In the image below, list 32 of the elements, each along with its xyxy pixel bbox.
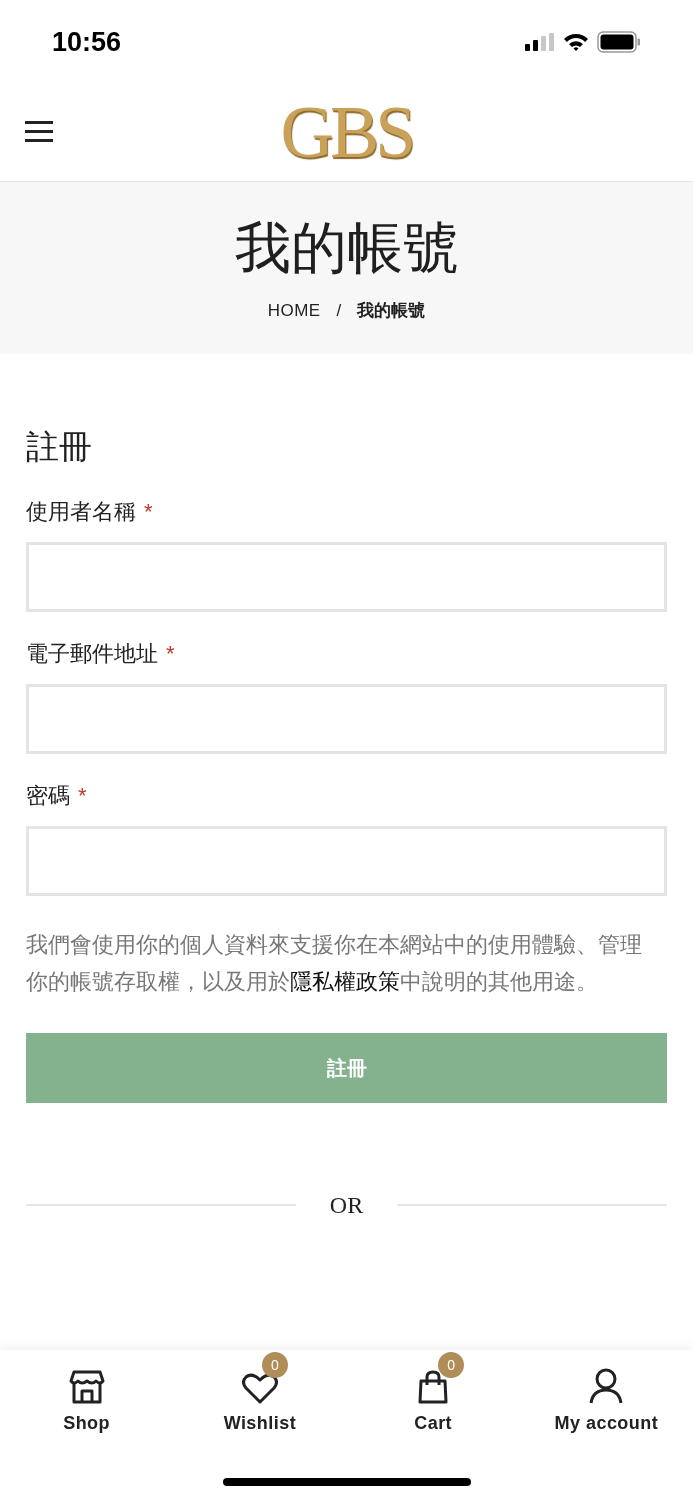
heart-icon <box>241 1372 278 1404</box>
shopping-bag-icon <box>418 1370 449 1404</box>
privacy-notice: 我們會使用你的個人資料來支援你在本網站中的使用體驗、管理你的帳號存取權，以及用於隱私權政策中說明的其他用途。 <box>26 931 643 996</box>
count-badge: 0 <box>438 1352 465 1378</box>
required-mark: * <box>78 782 87 810</box>
user-icon <box>589 1368 624 1404</box>
breadcrumb-separator: / <box>336 300 342 322</box>
input-field[interactable] <box>26 684 667 754</box>
breadcrumb-link[interactable]: HOME <box>267 298 321 324</box>
nav-tab[interactable]: 0 Cart <box>346 1352 520 1437</box>
required-mark: * <box>144 498 153 526</box>
field-label: 密碼 <box>26 782 70 810</box>
breadcrumb-current: 我的帳號 <box>357 300 426 322</box>
divider-label: OR <box>329 1191 364 1220</box>
nav-tab[interactable]: My account <box>519 1352 693 1437</box>
section-heading: 註冊 <box>26 427 93 467</box>
wifi-icon <box>563 33 589 51</box>
field-label: 電子郵件地址 <box>26 640 158 668</box>
privacy-policy-link[interactable]: 隱私權政策 <box>290 969 400 994</box>
count-badge: 0 <box>261 1352 288 1378</box>
field-label: 使用者名稱 <box>26 498 136 526</box>
input-field[interactable] <box>26 826 667 896</box>
page-title: 我的帳號 <box>234 215 459 281</box>
battery-icon <box>597 31 641 53</box>
store-icon <box>68 1370 105 1404</box>
required-mark: * <box>166 640 175 668</box>
menu-icon[interactable] <box>25 119 53 143</box>
input-field[interactable] <box>26 542 667 612</box>
nav-tab[interactable]: 0 Wishlist <box>173 1352 347 1437</box>
status-time: 10:56 <box>52 25 122 59</box>
signal-icon <box>525 33 555 51</box>
nav-tab[interactable]: Shop <box>0 1352 174 1437</box>
